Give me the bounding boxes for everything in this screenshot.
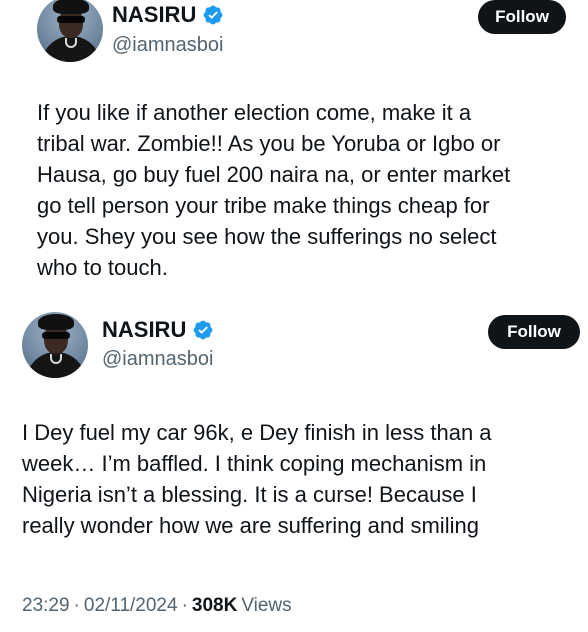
meta-separator: · [73, 595, 80, 616]
tweet-meta: 23:29 · 02/11/2024 · 308K Views [22, 595, 292, 617]
views-count[interactable]: 308K [192, 595, 237, 617]
author-name[interactable]: NASIRU [102, 317, 186, 343]
tweet-2: NASIRU @iamnasboi Follow I Dey fuel my c… [0, 310, 588, 632]
follow-button[interactable]: Follow [488, 315, 580, 349]
tweet-time[interactable]: 23:29 [22, 595, 70, 617]
author-handle[interactable]: @iamnasboi [102, 348, 213, 371]
views-label: Views [241, 595, 292, 616]
author-name[interactable]: NASIRU [112, 2, 196, 28]
meta-separator: · [181, 595, 188, 616]
avatar[interactable] [37, 0, 103, 62]
tweet-1: NASIRU @iamnasboi Follow If you like if … [0, 0, 588, 310]
tweet-text: If you like if another election come, ma… [37, 100, 511, 280]
verified-badge-icon [193, 320, 213, 340]
author-name-row[interactable]: NASIRU [112, 2, 224, 28]
follow-button[interactable]: Follow [478, 0, 566, 34]
tweet-date[interactable]: 02/11/2024 [84, 595, 178, 617]
tweet-text: I Dey fuel my car 96k, e Dey finish in l… [22, 420, 492, 538]
author-handle[interactable]: @iamnasboi [112, 34, 223, 57]
author-name-row[interactable]: NASIRU [102, 317, 214, 343]
avatar[interactable] [22, 312, 88, 378]
verified-badge-icon [203, 5, 223, 25]
